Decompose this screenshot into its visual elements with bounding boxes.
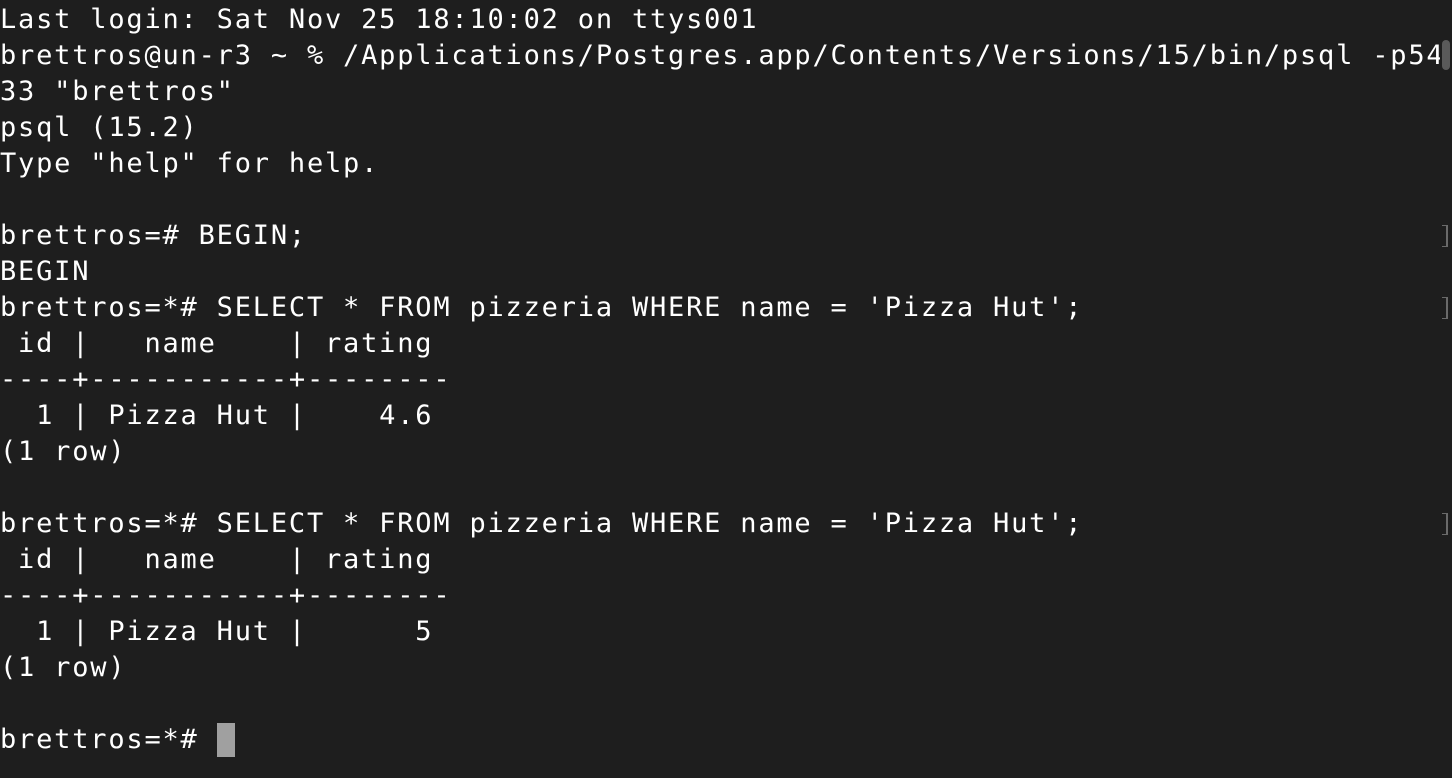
- result-separator-line: ----+-----------+--------: [0, 580, 452, 611]
- select-command-line: brettros=*# SELECT * FROM pizzeria WHERE…: [0, 508, 1084, 539]
- shell-command-line-wrap: 33 "brettros": [0, 76, 235, 107]
- last-login-line: Last login: Sat Nov 25 18:10:02 on ttys0…: [0, 4, 759, 35]
- shell-command-line: brettros@un-r3 ~ % /Applications/Postgre…: [0, 40, 1440, 71]
- line-mark-icon: [1442, 225, 1448, 247]
- result-separator-line: ----+-----------+--------: [0, 364, 452, 395]
- line-mark-icon: [1442, 513, 1448, 535]
- terminal-output: Last login: Sat Nov 25 18:10:02 on ttys0…: [0, 2, 1440, 758]
- help-hint-line: Type "help" for help.: [0, 148, 380, 179]
- line-mark-icon: [1442, 297, 1448, 319]
- psql-version-line: psql (15.2): [0, 112, 199, 143]
- result-header-line: id | name | rating: [0, 544, 434, 575]
- current-prompt-line[interactable]: brettros=*#: [0, 722, 1440, 758]
- result-row-line: 1 | Pizza Hut | 4.6: [0, 400, 434, 431]
- prompt-text: brettros=*#: [0, 724, 217, 755]
- text-cursor: [216, 723, 235, 757]
- result-header-line: id | name | rating: [0, 328, 434, 359]
- row-count-line: (1 row): [0, 436, 127, 467]
- scrollbar-thumb[interactable]: [1442, 40, 1450, 70]
- begin-response-line: BEGIN: [0, 256, 91, 287]
- result-row-line: 1 | Pizza Hut | 5: [0, 616, 434, 647]
- begin-command-line: brettros=# BEGIN;: [0, 220, 307, 251]
- terminal-window[interactable]: Last login: Sat Nov 25 18:10:02 on ttys0…: [0, 0, 1452, 778]
- row-count-line: (1 row): [0, 652, 127, 683]
- select-command-line: brettros=*# SELECT * FROM pizzeria WHERE…: [0, 292, 1084, 323]
